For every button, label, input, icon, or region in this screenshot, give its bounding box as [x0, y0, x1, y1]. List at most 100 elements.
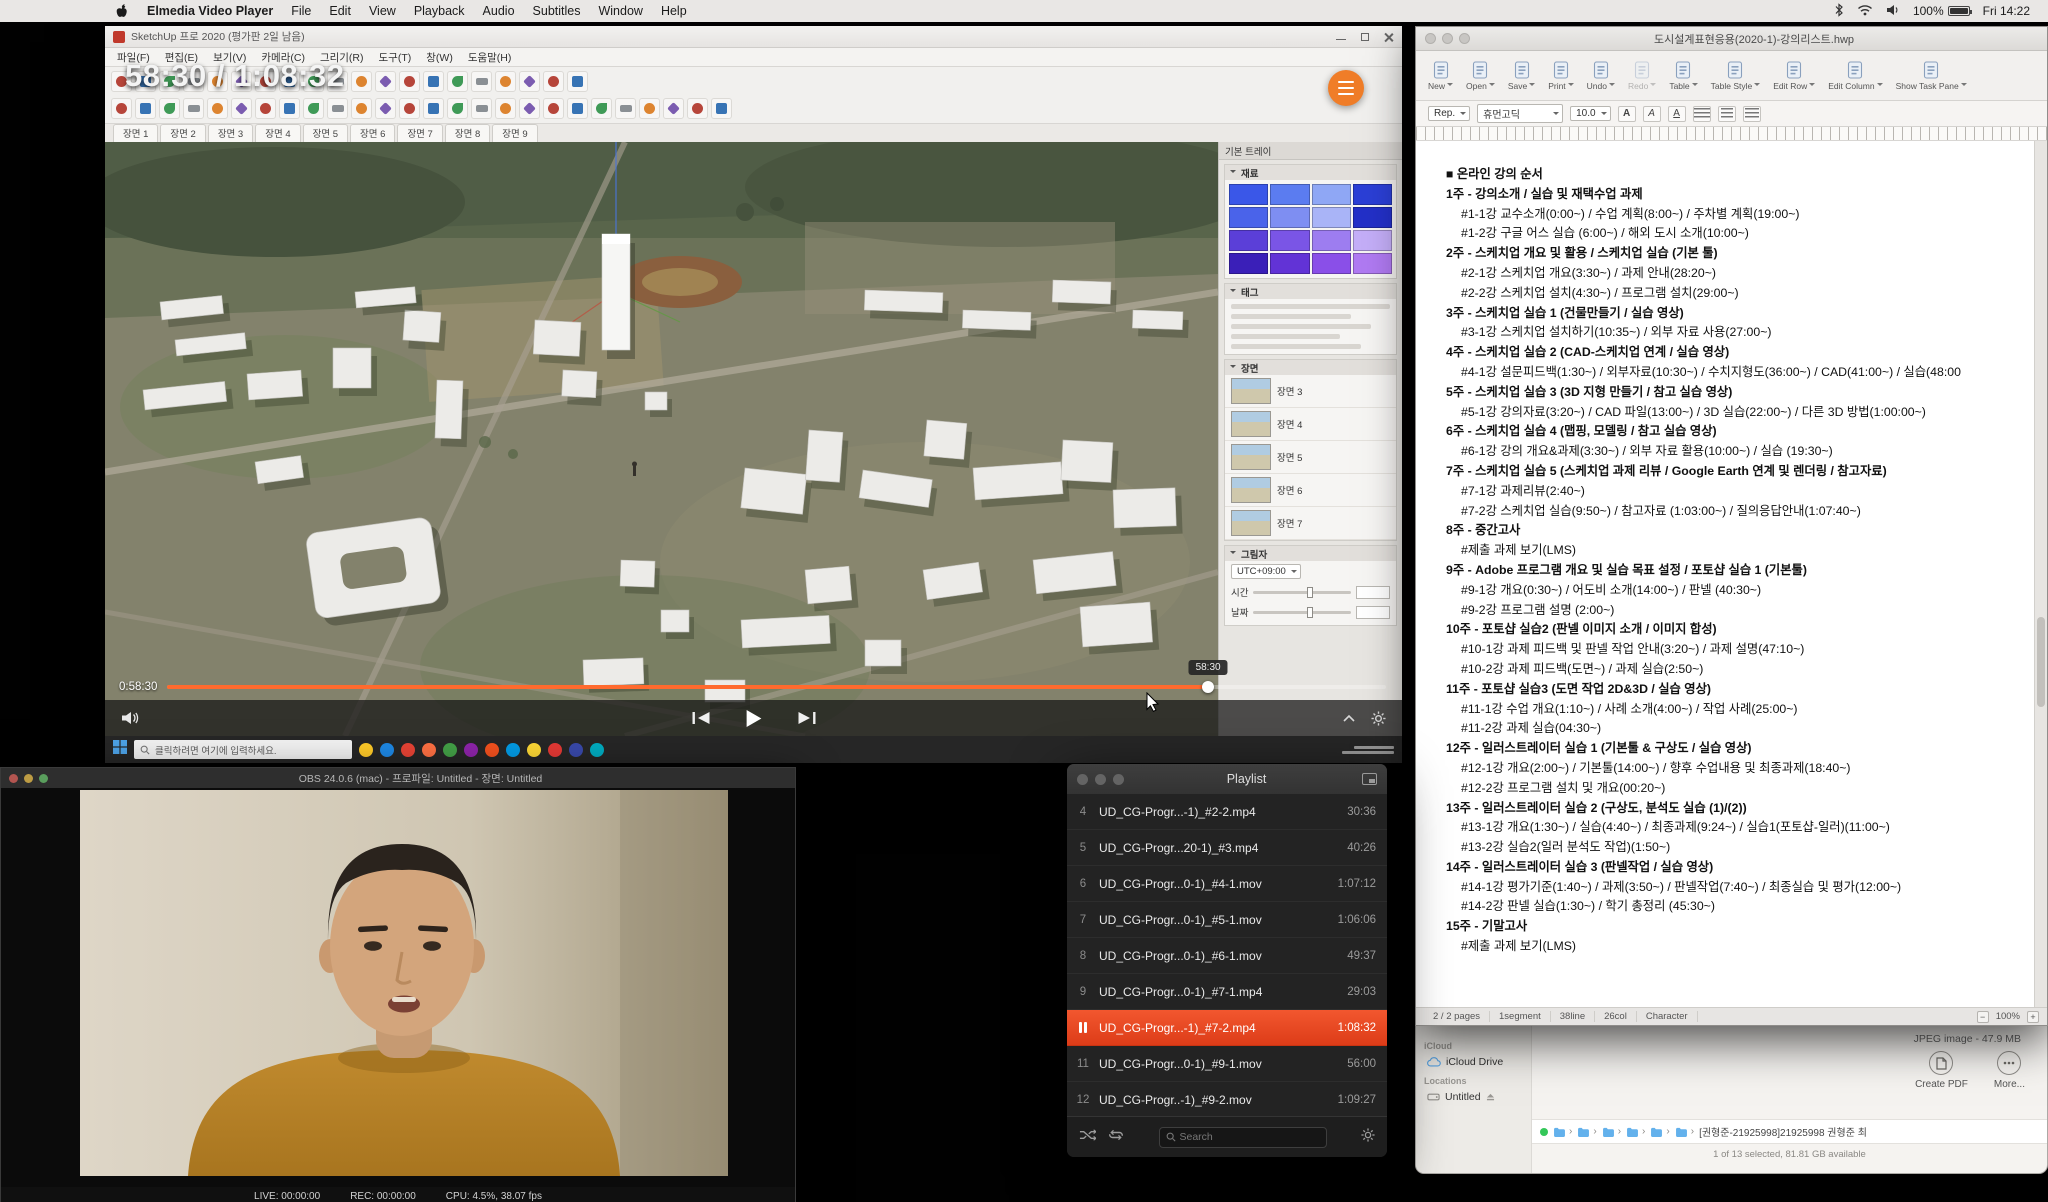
playlist-item[interactable]: 9 UD_CG-Progr...0-1)_#7-1.mp4 29:03	[1067, 974, 1387, 1010]
obs-status-bar: LIVE: 00:00:00 REC: 00:00:00 CPU: 4.5%, …	[1, 1187, 795, 1202]
sketchup-tray: 기본 트레이 재료 태그 장면 장면 3	[1218, 142, 1402, 736]
playlist-settings-button[interactable]	[1361, 1128, 1375, 1147]
settings-gear-button[interactable]	[1371, 711, 1386, 726]
windows-search-placeholder: 클릭하려면 여기에 입력하세요.	[155, 743, 277, 757]
next-button[interactable]	[796, 711, 816, 725]
volume-button[interactable]	[121, 711, 139, 725]
document-scrollbar[interactable]	[2034, 141, 2047, 1007]
playlist-item[interactable]: 11 UD_CG-Progr...0-1)_#9-1.mov 56:00	[1067, 1046, 1387, 1082]
italic-button[interactable]: A	[1643, 106, 1661, 122]
playlist-item[interactable]: 6 UD_CG-Progr...0-1)_#4-1.mov 1:07:12	[1067, 866, 1387, 902]
seek-handle[interactable]	[1202, 681, 1214, 693]
close-button[interactable]	[9, 774, 18, 783]
close-button[interactable]	[1077, 774, 1088, 785]
pip-icon[interactable]	[1362, 773, 1377, 785]
hwp-toolbar-button[interactable]: Show Task Pane	[1896, 61, 1967, 91]
playlist-item[interactable]: 7 UD_CG-Progr...0-1)_#5-1.mov 1:06:06	[1067, 902, 1387, 938]
hwp-toolbar-button[interactable]: Table	[1669, 61, 1697, 91]
bold-button[interactable]: A	[1618, 106, 1636, 122]
hwp-document-window[interactable]: 도시설계표현응용(2020-1)-강의리스트.hwp New Open Save	[1415, 26, 2048, 1026]
macos-menu-bar: Elmedia Video Player File Edit View Playbac…	[0, 0, 2048, 22]
play-button[interactable]	[745, 709, 762, 728]
menubar-menu[interactable]: Window	[598, 4, 642, 18]
hwp-toolbar-button[interactable]: Redo	[1628, 61, 1656, 91]
align-left-button[interactable]	[1693, 106, 1711, 122]
menubar-menu[interactable]: Audio	[483, 4, 515, 18]
search-input[interactable]	[1180, 1131, 1320, 1143]
hwp-toolbar-button[interactable]: Undo	[1587, 61, 1615, 91]
battery-indicator[interactable]: 100%	[1913, 4, 1970, 18]
create-pdf-button[interactable]: Create PDF	[1915, 1051, 1968, 1090]
material-swatches	[1225, 180, 1396, 278]
sketchup-tool-icon	[519, 98, 540, 119]
sketchup-tool-icon	[423, 71, 444, 92]
playlist-item[interactable]: 5 UD_CG-Progr...20-1)_#3.mp4 40:26	[1067, 830, 1387, 866]
menubar-menu[interactable]: Playback	[414, 4, 465, 18]
seek-bar[interactable]: 58:30	[167, 685, 1386, 689]
breadcrumb[interactable]: › › › › › › [권형준-21925998]21925998 권형준 최	[1532, 1119, 2047, 1144]
align-right-button[interactable]	[1743, 106, 1761, 122]
sidebar-item-untitled[interactable]: Untitled	[1424, 1089, 1523, 1105]
menubar-clock[interactable]: Fri 14:22	[1983, 4, 2030, 18]
more-actions-button[interactable]: More...	[1994, 1051, 2025, 1090]
document-body[interactable]: ■ 온라인 강의 순서1주 - 강의소개 / 실습 및 재택수업 과제#1-1강…	[1416, 141, 2034, 1007]
style-dropdown[interactable]: Rep.	[1428, 106, 1470, 121]
apple-menu-icon[interactable]	[116, 4, 129, 19]
obs-window[interactable]: OBS 24.0.6 (mac) - 프로파일: Untitled - 장면: …	[0, 767, 796, 1202]
sketchup-tool-icon	[471, 71, 492, 92]
zoom-button[interactable]	[39, 774, 48, 783]
document-line: 14주 - 일러스트레이터 실습 3 (판넬작업 / 실습 영상)	[1446, 858, 2028, 878]
volume-icon[interactable]	[1886, 4, 1900, 19]
playlist-window[interactable]: Playlist 4 UD_CG-Progr...-1)_#2-2.mp4 30…	[1066, 763, 1388, 1158]
taskbar-app-icon	[401, 743, 415, 757]
document-line: 2주 - 스케치업 개요 및 활용 / 스케치업 실습 (기본 툴)	[1446, 244, 2028, 264]
hwp-toolbar-button[interactable]: Open	[1466, 61, 1495, 91]
menubar-menu[interactable]: Edit	[329, 4, 351, 18]
minimize-button[interactable]	[1095, 774, 1106, 785]
hwp-toolbar-button[interactable]: Edit Row	[1773, 61, 1815, 91]
zoom-in-button[interactable]: +	[2027, 1011, 2039, 1023]
repeat-button[interactable]	[1108, 1128, 1124, 1146]
playlist-search-field[interactable]	[1159, 1127, 1327, 1148]
minimize-button[interactable]	[1442, 33, 1453, 44]
font-dropdown[interactable]: 휴먼고딕	[1477, 104, 1563, 123]
wifi-icon[interactable]	[1857, 4, 1873, 19]
chevron-up-icon[interactable]	[1343, 714, 1355, 722]
hwp-toolbar-button[interactable]: Print	[1548, 61, 1573, 91]
playlist-item[interactable]: UD_CG-Progr...-1)_#7-2.mp4 1:08:32	[1067, 1010, 1387, 1046]
elmedia-menu-button[interactable]	[1328, 70, 1364, 106]
minimize-button[interactable]	[24, 774, 33, 783]
close-button[interactable]	[1425, 33, 1436, 44]
elmedia-video-window[interactable]: SketchUp 프로 2020 (평가판 2일 남음) 파일(F)편집(E)보…	[105, 26, 1402, 763]
playlist-item[interactable]: 8 UD_CG-Progr...0-1)_#6-1.mov 49:37	[1067, 938, 1387, 974]
menubar-menu[interactable]: View	[369, 4, 396, 18]
hwp-toolbar-button[interactable]: Edit Column	[1828, 61, 1882, 91]
zoom-button[interactable]	[1459, 33, 1470, 44]
hwp-toolbar-button[interactable]: New	[1428, 61, 1453, 91]
font-size-dropdown[interactable]: 10.0	[1570, 106, 1610, 121]
menubar-menu[interactable]: Help	[661, 4, 687, 18]
zoom-out-button[interactable]: −	[1977, 1011, 1989, 1023]
obs-preview-canvas[interactable]	[1, 788, 795, 1187]
sketchup-tool-icon	[543, 98, 564, 119]
webcam-source[interactable]	[80, 790, 728, 1176]
hwp-toolbar-button[interactable]: Table Style	[1711, 61, 1761, 91]
playlist-item[interactable]: 4 UD_CG-Progr...-1)_#2-2.mp4 30:36	[1067, 794, 1387, 830]
previous-button[interactable]	[691, 711, 711, 725]
live-timer: LIVE: 00:00:00	[254, 1191, 320, 1202]
scene-tab: 장면 6	[350, 124, 395, 142]
sidebar-item-icloud-drive[interactable]: iCloud Drive	[1424, 1054, 1523, 1070]
taskbar-app-icon	[506, 743, 520, 757]
underline-button[interactable]: A	[1668, 106, 1686, 122]
shuffle-button[interactable]	[1079, 1128, 1096, 1146]
hwp-toolbar-button[interactable]: Save	[1508, 61, 1535, 91]
active-app-name[interactable]: Elmedia Video Player	[147, 4, 273, 18]
align-center-button[interactable]	[1718, 106, 1736, 122]
color-swatch	[1312, 207, 1351, 228]
zoom-button[interactable]	[1113, 774, 1124, 785]
menubar-menu[interactable]: Subtitles	[533, 4, 581, 18]
playlist-item[interactable]: 12 UD_CG-Progr..-1)_#9-2.mov 1:09:27	[1067, 1082, 1387, 1116]
scene-thumbnail	[1231, 411, 1271, 437]
bluetooth-icon[interactable]	[1834, 3, 1844, 20]
menubar-menu[interactable]: File	[291, 4, 311, 18]
